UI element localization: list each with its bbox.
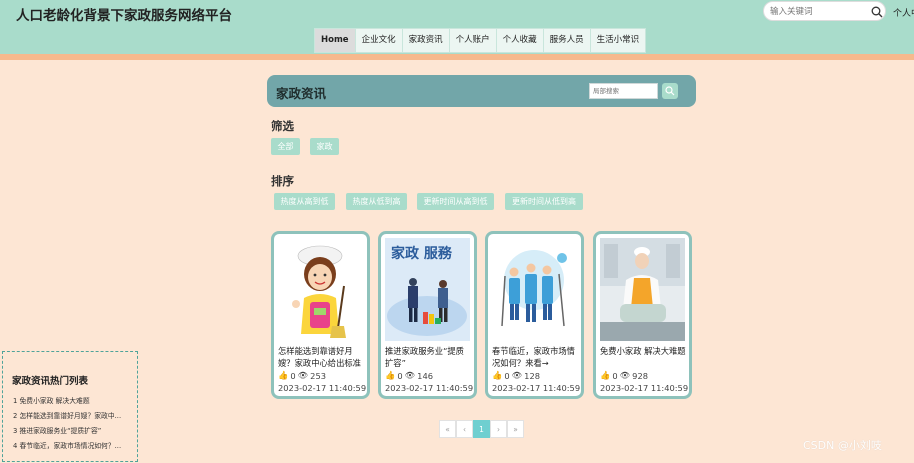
view-count: 253 <box>310 370 327 381</box>
local-search-input[interactable] <box>589 83 658 99</box>
card-date: 2023-02-17 11:40:59 <box>385 383 474 393</box>
search-icon <box>665 86 675 96</box>
local-search-button[interactable] <box>662 83 678 99</box>
card-title[interactable]: 春节临近，家政市场情况如何？来看→ <box>492 345 578 369</box>
pagination: « ‹ 1 › » <box>439 420 524 438</box>
hot-list-item[interactable]: 4 春节临近，家政市场情况如何？... <box>13 440 131 450</box>
sort-hot-asc-chip[interactable]: 热度从低到高 <box>346 193 407 210</box>
current-page-button[interactable]: 1 <box>473 420 490 438</box>
nav-staff[interactable]: 服务人员 <box>544 29 591 52</box>
sort-hot-desc-chip[interactable]: 热度从高到低 <box>274 193 335 210</box>
household-service-image: 家政 服務 <box>385 238 470 341</box>
card-title[interactable]: 推进家政服务业“提质扩容” <box>385 345 471 369</box>
nav-home[interactable]: Home <box>315 29 356 52</box>
hot-news-panel: 家政资讯热门列表 1 免费小家政 解决大难题 2 怎样能选到靠谱好月嫂？家政中.… <box>2 351 138 462</box>
card-date: 2023-02-17 11:40:59 <box>278 383 367 393</box>
sort-time-asc-chip[interactable]: 更新时间从低到高 <box>505 193 583 210</box>
nav-favorites[interactable]: 个人收藏 <box>497 29 544 52</box>
hot-list-item[interactable]: 2 怎样能选到靠谱好月嫂？家政中... <box>13 410 131 420</box>
thumbs-up-icon: 👍 <box>492 370 503 380</box>
section-header-bar: 家政资讯 <box>267 75 696 107</box>
thumbs-up-icon: 👍 <box>600 370 611 380</box>
user-center-link[interactable]: 个人中 <box>893 6 914 19</box>
global-search[interactable] <box>763 1 886 21</box>
view-count: 146 <box>417 370 434 381</box>
main-nav: Home 企业文化 家政资讯 个人账户 个人收藏 服务人员 生活小常识 <box>314 28 647 53</box>
news-card[interactable]: 家政 服務 推进家政服务业“提质扩容” 👍 0 👁 146 2023-02-17… <box>378 231 477 399</box>
first-page-button[interactable]: « <box>439 420 456 438</box>
nav-news[interactable]: 家政资讯 <box>403 29 450 52</box>
view-count: 928 <box>632 370 649 381</box>
csdn-watermark: CSDN @小刘吱 <box>803 439 882 452</box>
news-card[interactable]: 免费小家政 解决大难题 👍 0 👁 928 2023-02-17 11:40:5… <box>593 231 692 399</box>
eye-icon: 👁 <box>404 370 416 380</box>
site-title: 人口老龄化背景下家政服务网络平台 <box>16 8 232 24</box>
search-icon[interactable] <box>870 5 884 19</box>
news-card[interactable]: 春节临近，家政市场情况如何？来看→ 👍 0 👁 128 2023-02-17 1… <box>485 231 584 399</box>
svg-text:家政 服務: 家政 服務 <box>391 245 453 262</box>
like-count: 0 <box>290 370 296 381</box>
eye-icon: 👁 <box>297 370 309 380</box>
nav-account[interactable]: 个人账户 <box>450 29 497 52</box>
cook-in-kitchen-photo <box>600 238 685 341</box>
search-input[interactable] <box>770 4 866 19</box>
top-header: 人口老龄化背景下家政服务网络平台 个人中 Home 企业文化 家政资讯 个人账户… <box>0 0 914 54</box>
filter-all-chip[interactable]: 全部 <box>271 138 300 155</box>
nav-culture[interactable]: 企业文化 <box>356 29 403 52</box>
eye-icon: 👁 <box>619 370 631 380</box>
last-page-button[interactable]: » <box>507 420 524 438</box>
like-count: 0 <box>504 370 510 381</box>
hot-list-item[interactable]: 3 推进家政服务业“提质扩容” <box>13 425 131 435</box>
nav-tips[interactable]: 生活小常识 <box>591 29 646 52</box>
view-count: 128 <box>524 370 541 381</box>
filter-housekeeping-chip[interactable]: 家政 <box>310 138 339 155</box>
prev-page-button[interactable]: ‹ <box>456 420 473 438</box>
cartoon-housekeeper-image <box>278 238 363 341</box>
sort-time-desc-chip[interactable]: 更新时间从高到低 <box>417 193 494 210</box>
cleaning-team-image <box>492 238 577 341</box>
card-stats: 👍 0 👁 928 <box>600 370 648 381</box>
card-stats: 👍 0 👁 146 <box>385 370 433 381</box>
header-accent-strip <box>0 54 914 60</box>
card-stats: 👍 0 👁 128 <box>492 370 540 381</box>
thumbs-up-icon: 👍 <box>278 370 289 380</box>
card-date: 2023-02-17 11:40:59 <box>492 383 581 393</box>
like-count: 0 <box>612 370 618 381</box>
card-title[interactable]: 免费小家政 解决大难题 <box>600 345 686 357</box>
next-page-button[interactable]: › <box>490 420 507 438</box>
hot-list-item[interactable]: 1 免费小家政 解决大难题 <box>13 395 131 405</box>
filter-label: 筛选 <box>271 119 294 133</box>
eye-icon: 👁 <box>511 370 523 380</box>
like-count: 0 <box>397 370 403 381</box>
card-title[interactable]: 怎样能选到靠谱好月嫂？家政中心给出标准 <box>278 345 364 369</box>
card-date: 2023-02-17 11:40:59 <box>600 383 689 393</box>
news-card[interactable]: 怎样能选到靠谱好月嫂？家政中心给出标准 👍 0 👁 253 2023-02-17… <box>271 231 370 399</box>
section-title: 家政资讯 <box>276 86 327 101</box>
sort-label: 排序 <box>271 174 294 188</box>
hot-list-title: 家政资讯热门列表 <box>12 376 89 387</box>
thumbs-up-icon: 👍 <box>385 370 396 380</box>
card-stats: 👍 0 👁 253 <box>278 370 326 381</box>
